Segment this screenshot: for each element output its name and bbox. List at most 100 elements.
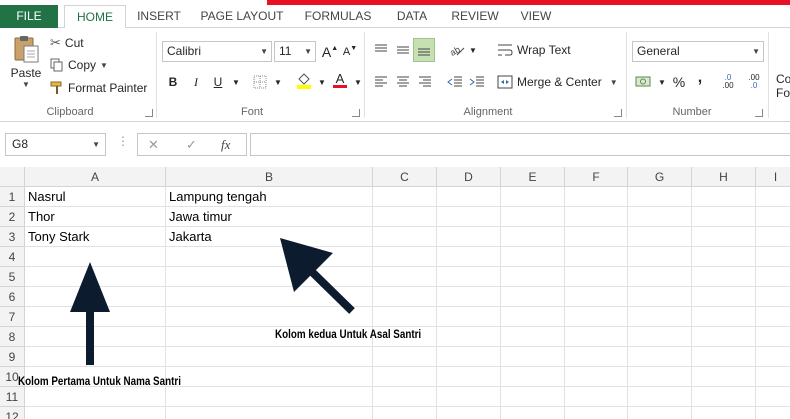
borders-button[interactable] [250,72,270,92]
name-box[interactable]: G8 ▼ [5,133,106,156]
column-header-i[interactable]: I [756,167,790,187]
italic-button[interactable]: I [186,72,206,92]
font-color-button[interactable]: A [330,70,350,90]
column-header-e[interactable]: E [501,167,565,187]
tab-formulas[interactable]: FORMULAS [297,5,379,28]
percent-style-button[interactable]: % [669,72,689,92]
align-right-button[interactable] [415,72,435,92]
grow-font-button[interactable]: A ▲ [320,42,340,62]
font-size-select[interactable]: 11 ▼ [274,41,316,62]
orientation-dropdown-icon[interactable]: ▼ [463,40,483,60]
cell-a1[interactable]: Nasrul [25,187,165,207]
row-header-11[interactable]: 11 [0,387,25,407]
format-painter-label: Format Painter [68,81,148,95]
column-header-c[interactable]: C [373,167,437,187]
row-header-1[interactable]: 1 [0,187,25,207]
wrap-text-button[interactable]: Wrap Text [497,43,571,57]
row-header-7[interactable]: 7 [0,307,25,327]
paste-label: Paste [10,66,42,80]
row-header-5[interactable]: 5 [0,267,25,287]
middle-align-button[interactable] [393,40,413,60]
row-header-8[interactable]: 8 [0,327,25,347]
cut-button[interactable]: ✂ Cut [50,35,84,51]
gridline [627,187,628,419]
align-center-button[interactable] [393,72,413,92]
shrink-font-button[interactable]: A ▼ [340,42,360,62]
row-header-2[interactable]: 2 [0,207,25,227]
align-left-button[interactable] [371,72,391,92]
annotation-column-b: Kolom kedua Untuk Asal Santri [275,327,422,341]
alignment-launcher-icon[interactable] [614,109,622,117]
merge-center-button[interactable]: Merge & Center ▼ [497,75,618,89]
row-header-3[interactable]: 3 [0,227,25,247]
increase-indent-button[interactable] [467,72,487,92]
copy-dropdown-icon: ▼ [100,60,108,70]
top-align-button[interactable] [371,40,391,60]
comma-style-button[interactable]: , [690,68,710,88]
paintbrush-icon [50,81,62,94]
increase-decimal-value: .00 [722,81,734,90]
font-group-label: Font [240,106,263,118]
row-header-4[interactable]: 4 [0,247,25,267]
tab-review[interactable]: REVIEW [445,5,505,28]
font-launcher-icon[interactable] [352,109,360,117]
tab-data[interactable]: DATA [388,5,436,28]
align-middle-icon [397,46,409,54]
column-header-g[interactable]: G [628,167,692,187]
fill-color-dropdown-icon[interactable]: ▼ [312,72,332,92]
cell-a2[interactable]: Thor [25,207,165,227]
accounting-format-button[interactable] [634,72,654,92]
format-painter-button[interactable]: Format Painter [50,81,147,95]
increase-indent-icon [469,76,484,87]
tab-insert[interactable]: INSERT [130,5,188,28]
cell-a3[interactable]: Tony Stark [25,227,165,247]
paste-button[interactable]: Paste ▼ [8,34,44,89]
column-header-a[interactable]: A [25,167,166,187]
insert-function-icon[interactable]: fx [221,134,230,155]
tab-file[interactable]: FILE [0,5,58,28]
cancel-icon[interactable]: ✕ [148,134,159,155]
gridline [25,266,790,267]
merge-center-icon [497,75,513,89]
bold-button[interactable]: B [163,72,183,92]
row-header-6[interactable]: 6 [0,287,25,307]
scissors-icon: ✂ [50,35,61,50]
bottom-align-button[interactable] [413,38,435,62]
fill-color-button[interactable] [294,70,314,90]
decrease-decimal-button[interactable]: .00 .0 [744,72,764,92]
conditional-formatting-button[interactable]: Co For [776,72,790,100]
tab-page-layout[interactable]: PAGE LAYOUT [194,5,290,28]
number-launcher-icon[interactable] [755,109,763,117]
cell-b1[interactable]: Lampung tengah [166,187,372,207]
decrease-indent-button[interactable] [445,72,465,92]
underline-dropdown-icon[interactable]: ▼ [226,72,246,92]
font-size-value: 11 [279,44,292,58]
borders-dropdown-icon[interactable]: ▼ [268,72,288,92]
underline-button[interactable]: U [208,72,228,92]
column-header-b[interactable]: B [166,167,373,187]
column-header-h[interactable]: H [692,167,756,187]
font-color-swatch [333,85,347,88]
increase-decimal-button[interactable]: .0 .00 [718,72,738,92]
borders-icon [253,75,267,89]
decrease-indent-icon [447,76,462,87]
copy-button[interactable]: Copy ▼ [50,58,108,72]
number-format-select[interactable]: General ▼ [632,41,764,62]
formula-input[interactable] [250,133,790,156]
column-header-d[interactable]: D [437,167,501,187]
tab-home[interactable]: HOME [64,5,126,29]
tab-view[interactable]: VIEW [513,5,559,28]
clipboard-launcher-icon[interactable] [145,109,153,117]
row-header-12[interactable]: 12 [0,407,25,419]
enter-icon[interactable]: ✓ [186,134,197,155]
cell-b3[interactable]: Jakarta [166,227,372,247]
copy-label: Copy [68,58,97,72]
select-all-corner[interactable] [0,167,25,187]
row-header-9[interactable]: 9 [0,347,25,367]
font-color-dropdown-icon[interactable]: ▼ [348,72,368,92]
drag-handle-icon[interactable]: ⋮ [117,134,129,148]
name-box-value: G8 [12,137,29,151]
column-header-f[interactable]: F [565,167,628,187]
font-name-select[interactable]: Calibri ▼ [162,41,272,62]
cell-b2[interactable]: Jawa timur [166,207,372,227]
